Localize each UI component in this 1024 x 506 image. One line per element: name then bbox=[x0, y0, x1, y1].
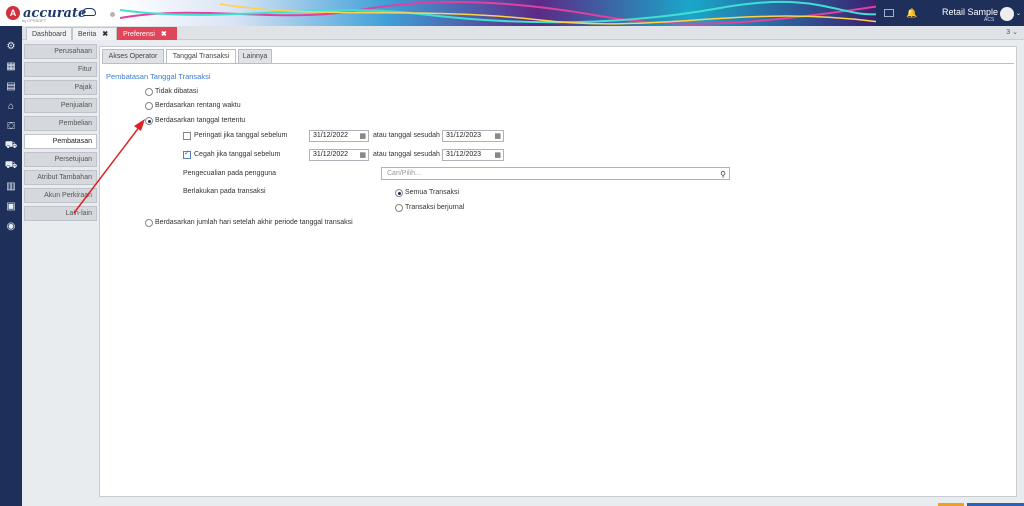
date-value: 31/12/2023 bbox=[446, 151, 482, 158]
exception-label: Pengecualian pada pengguna bbox=[183, 170, 277, 177]
menu-fitur[interactable]: Fitur bbox=[24, 62, 97, 77]
status-dot bbox=[110, 12, 115, 17]
tab-label: Berita bbox=[78, 30, 97, 38]
radio-label: Berdasarkan tanggal tertentu bbox=[155, 117, 246, 124]
block-label: Cegah jika tanggal sebelum bbox=[194, 151, 281, 158]
radio-label: Transaksi berjurnal bbox=[405, 204, 465, 211]
section-title: Pembatasan Tanggal Transaksi bbox=[106, 72, 211, 81]
cart-icon[interactable]: ⛟ bbox=[4, 140, 18, 152]
top-bar: A accurate by CPSSOFT 🔔 Retail Sample AC… bbox=[0, 0, 1024, 26]
date-value: 31/12/2022 bbox=[313, 132, 349, 139]
block-checkbox[interactable] bbox=[183, 149, 191, 159]
exception-search-input[interactable]: Cari/Pilih... ⚲ bbox=[381, 167, 730, 180]
warn-label: Peringati jika tanggal sebelum bbox=[194, 132, 288, 139]
calendar-icon[interactable]: ▦ bbox=[494, 151, 501, 161]
tab-dashboard[interactable]: Dashboard bbox=[26, 27, 73, 40]
subtab-tanggal-transaksi[interactable]: Tanggal Transaksi bbox=[166, 49, 236, 63]
divider bbox=[102, 63, 1014, 64]
book-icon[interactable]: ▤ bbox=[4, 80, 18, 92]
monitor-icon[interactable] bbox=[884, 9, 894, 17]
subtab-lainnya[interactable]: Lainnya bbox=[238, 49, 272, 63]
bank-icon[interactable]: ⌂ bbox=[4, 100, 18, 112]
menu-akun-perkiraan[interactable]: Akun Perkiraan bbox=[24, 188, 97, 203]
radio-tanggal-tertentu[interactable] bbox=[145, 117, 153, 125]
preference-menu: Perusahaan Fitur Pajak Penjualan Pembeli… bbox=[24, 44, 97, 224]
gear-icon[interactable]: ⚙ bbox=[4, 40, 18, 52]
menu-atribut-tambahan[interactable]: Atribut Tambahan bbox=[24, 170, 97, 185]
radio-jumlah-hari[interactable] bbox=[145, 219, 153, 227]
truck-icon[interactable]: ⛟ bbox=[4, 160, 18, 172]
radio-rentang-waktu[interactable] bbox=[145, 102, 153, 110]
tab-count[interactable]: 3 ⌄ bbox=[1006, 28, 1018, 36]
warn-after-label: atau tanggal sesudah bbox=[373, 132, 440, 139]
radio-tidak-dibatasi[interactable] bbox=[145, 88, 153, 96]
close-icon[interactable]: ✖ bbox=[161, 30, 167, 38]
applies-label: Berlakukan pada transaksi bbox=[183, 188, 266, 195]
date-value: 31/12/2022 bbox=[313, 151, 349, 158]
search-placeholder: Cari/Pilih... bbox=[387, 170, 421, 177]
radio-label: Berdasarkan jumlah hari setelah akhir pe… bbox=[155, 219, 353, 226]
date-value: 31/12/2023 bbox=[446, 132, 482, 139]
logo-subtitle: by CPSSOFT bbox=[22, 18, 47, 23]
subtab-akses-operator[interactable]: Akses Operator bbox=[102, 49, 164, 63]
cloud-icon bbox=[82, 8, 96, 16]
user-code: ACS bbox=[984, 17, 995, 23]
chevron-down-icon[interactable]: ⌄ bbox=[1016, 10, 1021, 17]
menu-penjualan[interactable]: Penjualan bbox=[24, 98, 97, 113]
warn-checkbox[interactable] bbox=[183, 132, 191, 140]
tab-label: Preferensi bbox=[123, 30, 155, 38]
block-after-label: atau tanggal sesudah bbox=[373, 151, 440, 158]
close-icon[interactable]: ✖ bbox=[102, 30, 108, 38]
content-panel bbox=[99, 46, 1017, 497]
radio-transaksi-berjurnal[interactable] bbox=[395, 204, 403, 212]
store-name: Retail Sample bbox=[942, 7, 999, 17]
tab-berita[interactable]: Berita ✖ bbox=[72, 27, 117, 40]
box-icon[interactable]: ⛋ bbox=[4, 120, 18, 132]
menu-perusahaan[interactable]: Perusahaan bbox=[24, 44, 97, 59]
calendar-icon[interactable]: ▦ bbox=[359, 151, 366, 161]
radio-label: Tidak dibatasi bbox=[155, 88, 198, 95]
header-banner bbox=[120, 0, 880, 26]
menu-lain-lain[interactable]: Lain-lain bbox=[24, 206, 97, 221]
block-after-date[interactable]: 31/12/2023 ▦ bbox=[442, 149, 504, 161]
logo-mark: A bbox=[6, 6, 20, 20]
settings-app-icon[interactable]: ◉ bbox=[4, 220, 18, 232]
calendar-icon[interactable]: ▦ bbox=[359, 132, 366, 142]
brand-logo[interactable]: A accurate by CPSSOFT bbox=[0, 0, 120, 26]
factory-icon[interactable]: ▥ bbox=[4, 180, 18, 192]
menu-pembatasan[interactable]: Pembatasan bbox=[24, 134, 97, 149]
report-icon[interactable]: ▣ bbox=[4, 200, 18, 212]
bell-icon[interactable]: 🔔 bbox=[906, 8, 917, 19]
calendar-icon[interactable]: ▦ bbox=[494, 132, 501, 142]
radio-label: Semua Transaksi bbox=[405, 189, 460, 196]
radio-semua-transaksi[interactable] bbox=[395, 189, 403, 197]
user-area: 🔔 Retail Sample ACS ⌄ bbox=[876, 0, 1024, 26]
page-tab-bar: Dashboard Berita ✖ Preferensi ✖ 3 ⌄ bbox=[22, 26, 1024, 40]
sidebar: ⚙ ▦ ▤ ⌂ ⛋ ⛟ ⛟ ▥ ▣ ◉ bbox=[0, 26, 22, 506]
menu-pembelian[interactable]: Pembelian bbox=[24, 116, 97, 131]
tab-preferensi[interactable]: Preferensi ✖ bbox=[117, 27, 177, 40]
warn-before-date[interactable]: 31/12/2022 ▦ bbox=[309, 130, 369, 142]
warn-after-date[interactable]: 31/12/2023 ▦ bbox=[442, 130, 504, 142]
tab-label: Dashboard bbox=[32, 30, 67, 38]
search-icon[interactable]: ⚲ bbox=[720, 169, 726, 180]
avatar[interactable] bbox=[1000, 7, 1014, 21]
menu-persetujuan[interactable]: Persetujuan bbox=[24, 152, 97, 167]
block-before-date[interactable]: 31/12/2022 ▦ bbox=[309, 149, 369, 161]
radio-label: Berdasarkan rentang waktu bbox=[155, 102, 241, 109]
building-icon[interactable]: ▦ bbox=[4, 60, 18, 72]
menu-pajak[interactable]: Pajak bbox=[24, 80, 97, 95]
